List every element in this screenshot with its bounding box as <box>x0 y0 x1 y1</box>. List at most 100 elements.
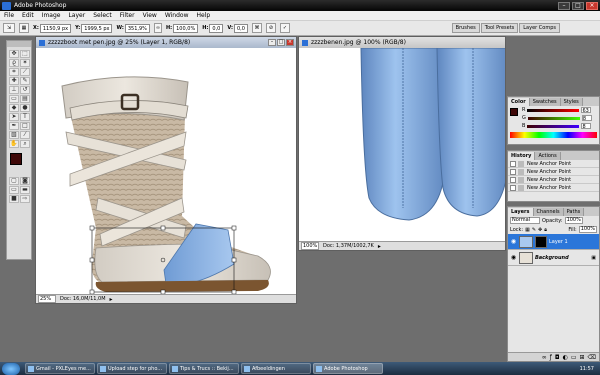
tab-layers[interactable]: Layers <box>508 208 534 216</box>
cancel-transform-icon[interactable]: ⊘ <box>265 23 276 33</box>
panel-foreground-swatch[interactable] <box>510 108 518 116</box>
taskbar-item[interactable]: Gmail - PXLEyes me... <box>25 363 95 374</box>
doc2-zoom[interactable]: 100% <box>301 242 319 250</box>
width-value[interactable]: 351,9% <box>124 23 150 33</box>
layer-style-icon[interactable]: ƒ <box>550 354 552 361</box>
menu-window[interactable]: Window <box>161 12 193 19</box>
gradient-tool-icon[interactable]: ▤ <box>20 95 30 103</box>
magic-wand-tool-icon[interactable]: ✶ <box>20 59 30 67</box>
x-value[interactable]: 1150,9 px <box>39 23 72 33</box>
taskbar-item[interactable]: Upload step for pho... <box>97 363 167 374</box>
healing-brush-icon[interactable]: ✚ <box>9 77 19 85</box>
imageready-icon[interactable]: ⇨ <box>20 195 30 203</box>
tab-layer-comps[interactable]: Layer Comps <box>519 23 560 33</box>
doc1-close-button[interactable]: × <box>286 39 294 46</box>
v-skew-field[interactable]: V: 0,0 <box>227 23 248 33</box>
taskbar-item[interactable]: Tips & Trucs :: Bekij... <box>169 363 239 374</box>
history-brush-icon[interactable]: ↺ <box>20 86 30 94</box>
notes-tool-icon[interactable]: ▧ <box>9 131 19 139</box>
visibility-eye-icon[interactable]: ◉ <box>510 254 517 261</box>
eyedropper-tool-icon[interactable]: ⁄ <box>20 131 30 139</box>
h-skew-field[interactable]: H: 0,0 <box>202 23 224 33</box>
eraser-tool-icon[interactable]: ▭ <box>9 95 19 103</box>
menu-view[interactable]: View <box>139 12 161 19</box>
history-checkbox[interactable] <box>510 184 516 191</box>
menu-edit[interactable]: Edit <box>18 12 38 19</box>
hand-tool-icon[interactable]: ✋ <box>9 140 19 148</box>
menu-select[interactable]: Select <box>89 12 116 19</box>
zoom-tool-icon[interactable]: ⌕ <box>20 140 30 148</box>
clone-stamp-icon[interactable]: ⊥ <box>9 86 19 94</box>
minimize-button[interactable]: – <box>558 1 570 10</box>
blur-tool-icon[interactable]: ◆ <box>9 104 19 112</box>
tab-styles[interactable]: Styles <box>560 98 583 106</box>
lock-position-icon[interactable]: ✥ <box>538 227 542 233</box>
pen-tool-icon[interactable]: ✒ <box>9 122 19 130</box>
reference-point-icon[interactable]: ▦ <box>19 23 29 33</box>
new-layer-icon[interactable]: ⊞ <box>579 354 584 361</box>
layer-name[interactable]: Layer 1 <box>549 239 568 245</box>
blue-slider-row[interactable]: B8 <box>508 122 599 130</box>
foreground-color-swatch[interactable] <box>10 153 22 165</box>
lasso-tool-icon[interactable]: ϱ <box>9 59 19 67</box>
layer-row-layer-1[interactable]: ◉ Layer 1 <box>508 234 599 250</box>
history-item[interactable]: New Anchor Point <box>508 160 599 168</box>
dodge-tool-icon[interactable]: ● <box>20 104 30 112</box>
transform-tool-icon[interactable]: ⇲ <box>3 23 15 33</box>
x-field[interactable]: X: 1150,9 px <box>33 23 72 33</box>
history-checkbox[interactable] <box>510 168 516 175</box>
doc1-title-bar[interactable]: zzzzzboot met pen.jpg @ 25% (Layer 1, RG… <box>36 37 296 48</box>
link-layers-icon[interactable]: ∞ <box>542 354 547 361</box>
history-item[interactable]: New Anchor Point <box>508 168 599 176</box>
width-field[interactable]: W: 351,9% <box>116 23 150 33</box>
adjustment-layer-icon[interactable]: ◐ <box>563 354 568 361</box>
layer-row-background[interactable]: ◉ Background ▣ <box>508 250 599 266</box>
history-checkbox[interactable] <box>510 176 516 183</box>
brush-tool-icon[interactable]: ✎ <box>20 77 30 85</box>
new-group-icon[interactable]: ▭ <box>571 354 577 361</box>
shape-tool-icon[interactable]: □ <box>20 122 30 130</box>
taskbar-item[interactable]: Adobe Photoshop <box>313 363 383 374</box>
doc1-maximize-button[interactable]: □ <box>277 39 285 46</box>
doc2-canvas[interactable] <box>299 48 505 241</box>
clock[interactable]: 11:57 <box>580 366 600 372</box>
lock-all-icon[interactable]: 🔒︎ <box>544 227 547 233</box>
close-button[interactable]: × <box>586 1 598 10</box>
fill-value[interactable]: 100% <box>578 226 597 233</box>
history-item[interactable]: New Anchor Point <box>508 176 599 184</box>
blue-slider[interactable] <box>527 124 580 128</box>
tab-tool-presets[interactable]: Tool Presets <box>480 23 519 33</box>
height-field[interactable]: H: 100,0% <box>166 23 199 33</box>
tab-history[interactable]: History <box>508 152 536 160</box>
history-checkbox[interactable] <box>510 160 516 167</box>
green-slider[interactable] <box>527 116 580 120</box>
green-slider-row[interactable]: G8 <box>508 114 599 122</box>
tab-channels[interactable]: Channels <box>533 208 564 216</box>
lock-transparency-icon[interactable]: ▦ <box>525 227 530 233</box>
taskbar-item[interactable]: Afbeeldingen <box>241 363 311 374</box>
path-selection-icon[interactable]: ➤ <box>9 113 19 121</box>
delete-layer-icon[interactable]: ⌫ <box>588 354 596 361</box>
slice-tool-icon[interactable]: ⟋ <box>20 68 30 76</box>
opacity-value[interactable]: 100% <box>564 217 583 224</box>
red-value[interactable]: 63 <box>581 107 592 114</box>
standard-mode-icon[interactable]: ▢ <box>9 177 19 185</box>
warp-icon[interactable]: ⌘ <box>251 23 262 33</box>
screen-mode-1-icon[interactable]: ▭ <box>9 186 19 194</box>
menu-filter[interactable]: Filter <box>116 12 139 19</box>
h-skew-value[interactable]: 0,0 <box>209 23 224 33</box>
blue-value[interactable]: 8 <box>581 123 592 130</box>
menu-image[interactable]: Image <box>38 12 65 19</box>
red-slider[interactable] <box>527 108 580 112</box>
tab-color[interactable]: Color <box>508 98 530 106</box>
menu-file[interactable]: File <box>0 12 18 19</box>
menu-layer[interactable]: Layer <box>64 12 89 19</box>
tab-actions[interactable]: Actions <box>535 152 561 160</box>
screen-mode-3-icon[interactable]: ■ <box>9 195 19 203</box>
y-value[interactable]: 1999,5 px <box>81 23 113 33</box>
commit-transform-icon[interactable]: ✓ <box>279 23 290 33</box>
doc2-title-bar[interactable]: zzzzbenen.jpg @ 100% (RGB/8) <box>299 37 505 48</box>
y-field[interactable]: Y: 1999,5 px <box>75 23 113 33</box>
red-slider-row[interactable]: R 63 <box>508 106 599 114</box>
layer-mask-thumbnail[interactable] <box>535 235 547 248</box>
